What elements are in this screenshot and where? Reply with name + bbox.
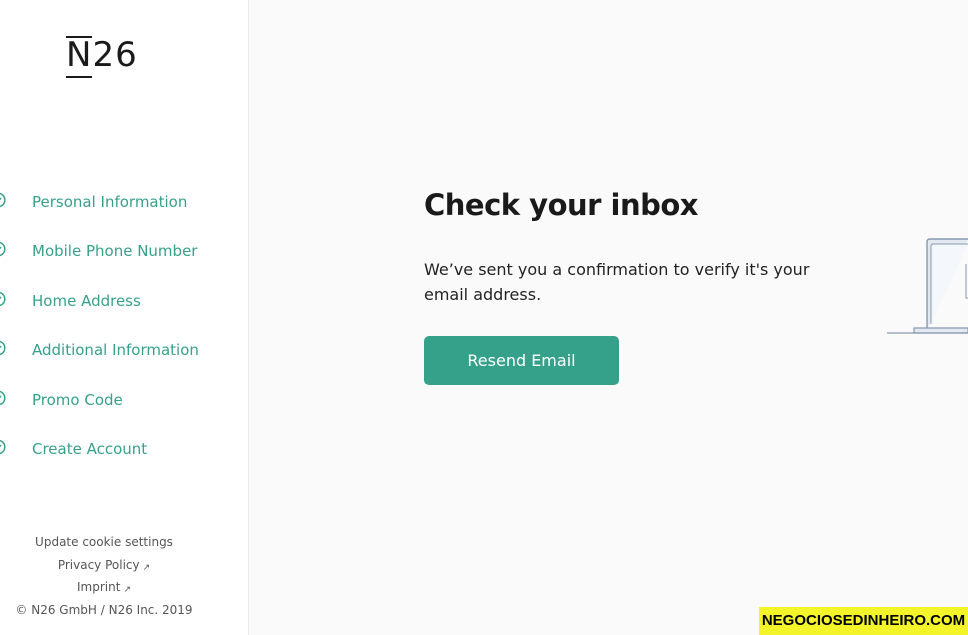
- step-label: Personal Information: [32, 193, 188, 211]
- logo-letter-n: N: [66, 35, 93, 78]
- copyright-text: © N26 GmbH / N26 Inc. 2019: [15, 602, 193, 617]
- cookie-settings-link[interactable]: Update cookie settings: [35, 535, 173, 549]
- main-content: Check your inbox We’ve sent you a confir…: [249, 0, 968, 635]
- external-link-icon: ↗: [123, 585, 131, 596]
- step-label: Home Address: [32, 291, 141, 310]
- check-circle-icon: [0, 439, 6, 455]
- external-link-icon: ↗: [142, 562, 151, 573]
- check-circle-icon: [0, 390, 6, 405]
- privacy-policy-link[interactable]: Privacy Policy: [58, 558, 140, 572]
- watermark-banner: NEGOCIOSEDINHEIRO.COM: [759, 607, 968, 635]
- page: N26 Personal Information Mobile Phone Nu…: [0, 0, 968, 635]
- sidebar: N26 Personal Information Mobile Phone Nu…: [0, 0, 249, 635]
- laptop-illustration: [887, 238, 968, 334]
- step-label: Create Account: [32, 439, 148, 458]
- check-circle-icon: [0, 242, 6, 257]
- imprint-link[interactable]: Imprint: [77, 580, 120, 594]
- resend-email-button[interactable]: Resend Email: [424, 336, 619, 385]
- page-title: Check your inbox: [424, 188, 699, 222]
- check-circle-icon: [0, 340, 6, 356]
- confirmation-message: We’ve sent you a confirmation to verify …: [424, 260, 810, 304]
- step-label: Mobile Phone Number: [32, 242, 198, 261]
- sidebar-footer: Update cookie settings Privacy Policy ↗ I…: [0, 533, 208, 623]
- step-label: Additional Information: [32, 341, 199, 360]
- n26-logo[interactable]: N26: [66, 35, 138, 78]
- check-circle-icon: [0, 192, 6, 208]
- check-circle-icon: [0, 291, 6, 307]
- step-label: Promo Code: [32, 390, 123, 409]
